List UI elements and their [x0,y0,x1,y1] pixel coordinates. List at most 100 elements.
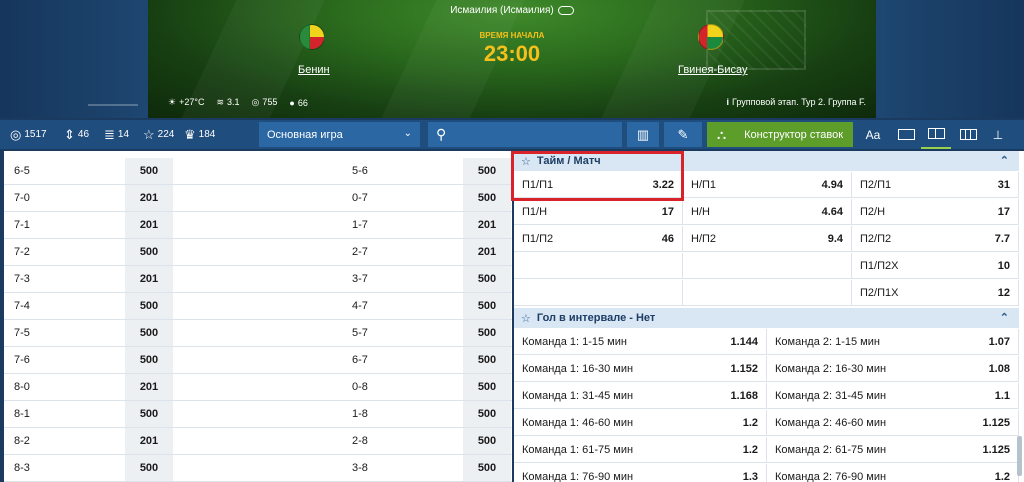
odds-cell[interactable]: П2/П1Х 12 [852,280,1019,306]
odds-cell[interactable]: П2/Н 17 [852,199,1019,225]
odds-label: П1/П2Х [860,260,899,272]
score-odds[interactable]: 201 [463,212,511,238]
odds-cell[interactable]: Н/П2 9.4 [683,226,852,252]
score-odds[interactable]: 500 [463,401,511,427]
score-label: 3-7 [352,273,368,285]
score-odds[interactable]: 500 [463,293,511,319]
odds-cell[interactable]: П2/П1 31 [852,172,1019,198]
score-label: 2-8 [352,435,368,447]
score-odds[interactable]: 500 [125,293,173,319]
score-odds[interactable]: 500 [125,239,173,265]
score-row: 7-2 500 2-7 201 [4,239,512,266]
score-odds[interactable]: 500 [463,374,511,400]
chevron-up-icon[interactable]: ⌃ [1000,154,1009,167]
market-select[interactable]: Основная игра ⌄ [259,122,420,147]
odds-value: 1.152 [730,363,758,375]
odds-value: 1.144 [730,336,758,348]
score-odds[interactable]: 201 [125,374,173,400]
odds-cell[interactable]: Команда 1: 16-30 мин 1.152 [514,356,767,382]
score-odds[interactable]: 500 [125,455,173,481]
odds-cell[interactable]: Команда 2: 61-75 мин 1.125 [767,437,1019,463]
score-odds[interactable]: 500 [125,347,173,373]
layout-two-columns[interactable] [921,120,951,149]
odds-label: П2/П1Х [860,287,899,299]
odds-cell[interactable]: Команда 1: 1-15 мин 1.144 [514,329,767,355]
odds-cell[interactable]: Команда 1: 61-75 мин 1.2 [514,437,767,463]
search-input[interactable]: ⚲ [428,122,622,147]
score-odds[interactable]: 500 [125,320,173,346]
layout-one-column[interactable] [891,120,921,149]
rules-button[interactable]: ▥ [627,122,659,147]
odds-label: Команда 1: 46-60 мин [522,417,634,429]
score-odds[interactable]: 500 [125,401,173,427]
score-odds[interactable]: 201 [125,212,173,238]
score-odds[interactable]: 500 [463,347,511,373]
bet-builder-button[interactable]: ⛬ Конструктор ставок [707,122,853,147]
score-odds[interactable]: 500 [125,158,173,184]
odds-cell[interactable]: Команда 1: 46-60 мин 1.2 [514,410,767,436]
odds-label: П1/Н [522,206,548,218]
score-odds[interactable]: 500 [463,455,511,481]
score-odds[interactable]: 500 [463,266,511,292]
odds-cell[interactable]: П1/П2Х 10 [852,253,1019,279]
odds-cell [683,253,852,279]
score-odds[interactable]: 500 [463,185,511,211]
odds-cell[interactable]: Команда 1: 31-45 мин 1.168 [514,383,767,409]
layout-stacked[interactable]: ⊥ [983,120,1013,149]
score-label: 7-1 [14,219,30,231]
score-label: 0-8 [352,381,368,393]
odds-value: 1.125 [982,444,1010,456]
odds-cell[interactable]: Команда 2: 1-15 мин 1.07 [767,329,1019,355]
score-odds[interactable]: 500 [463,158,511,184]
odds-label: Команда 1: 16-30 мин [522,363,634,375]
odds-cell[interactable]: Команда 2: 16-30 мин 1.08 [767,356,1019,382]
font-size-button[interactable]: Aa [858,120,888,149]
odds-cell[interactable]: Н/П1 4.94 [683,172,852,198]
filter-bars[interactable]: ≣ 14 [104,120,129,149]
odds-cell[interactable]: П1/Н 17 [514,199,683,225]
layout-icon [897,129,915,140]
odds-cell[interactable]: Команда 2: 46-60 мин 1.125 [767,410,1019,436]
odds-label: Команда 2: 76-90 мин [775,471,887,482]
score-odds[interactable]: 201 [125,428,173,454]
highlight-box [511,151,684,201]
score-odds[interactable]: 201 [125,185,173,211]
odds-label: Н/Н [691,206,710,218]
odds-cell[interactable]: Команда 2: 31-45 мин 1.1 [767,383,1019,409]
goal-interval-header[interactable]: ☆ Гол в интервале - Нет ⌃ [514,308,1019,328]
filter-trophy[interactable]: ♛ 184 [184,120,215,149]
stats-button[interactable]: ✎ [664,122,702,147]
odds-label: Команда 2: 16-30 мин [775,363,887,375]
sun-icon: ☀ [168,97,177,107]
search-icon: ⚲ [436,126,447,142]
odds-cell[interactable]: Н/Н 4.64 [683,199,852,225]
wind-icon: ≋ [216,97,224,107]
odds-value: 7.7 [994,233,1010,245]
score-odds[interactable]: 201 [463,239,511,265]
star-icon[interactable]: ☆ [521,312,531,325]
score-row: 7-0 201 0-7 500 [4,185,512,212]
odds-label: Команда 1: 76-90 мин [522,471,634,482]
odds-cell[interactable]: Команда 1: 76-90 мин 1.3 [514,464,767,482]
odds-value: 1.168 [730,390,758,402]
filter-updown[interactable]: ⇕ 46 [64,120,89,149]
odds-cell[interactable]: П2/П2 7.7 [852,226,1019,252]
score-label: 0-7 [352,192,368,204]
layout-three-columns[interactable] [953,120,983,149]
odds-value: 9.4 [827,233,843,245]
filter-favorites[interactable]: ☆ 224 [143,120,174,149]
chevron-up-icon[interactable]: ⌃ [1000,311,1009,324]
score-label: 6-7 [352,354,368,366]
odds-value: 1.125 [982,417,1010,429]
odds-value: 46 [661,233,674,245]
odds-cell[interactable]: Команда 2: 76-90 мин 1.2 [767,464,1019,482]
odds-cell[interactable]: П1/П2 46 [514,226,683,252]
filter-all[interactable]: ◎ 1517 [10,120,47,149]
score-odds[interactable]: 500 [463,428,511,454]
score-label: 1-8 [352,408,368,420]
stack-icon: ⊥ [992,127,1004,142]
start-label: ВРЕМЯ НАЧАЛА [479,31,545,40]
score-odds[interactable]: 201 [125,266,173,292]
score-odds[interactable]: 500 [463,320,511,346]
scrollbar[interactable] [1017,436,1022,476]
